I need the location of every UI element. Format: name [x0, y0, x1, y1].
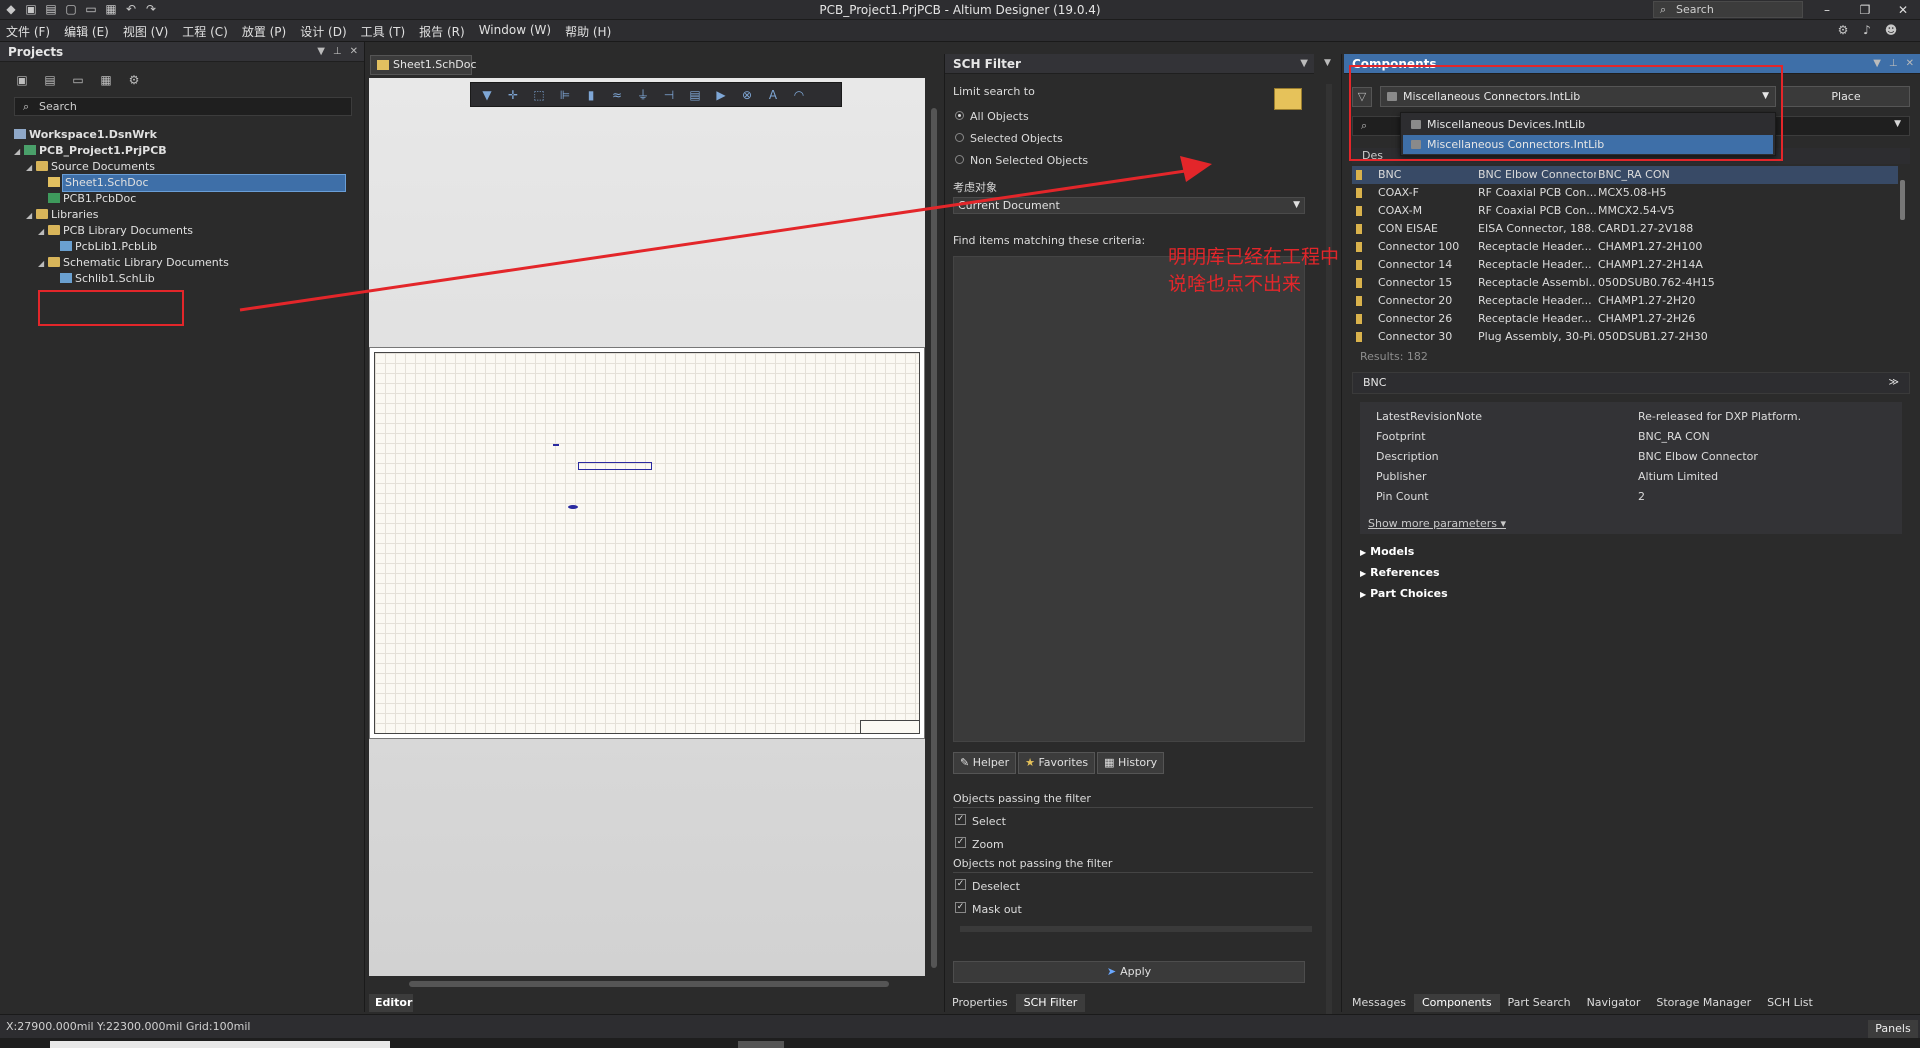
- annotation-arrow: [239, 156, 1212, 312]
- annotation-arrow-line: [239, 168, 1193, 312]
- annotation-text: 明明库已经在工程中 说啥也点不出来: [1168, 246, 1340, 295]
- annotation-arrow-head: [1180, 156, 1212, 182]
